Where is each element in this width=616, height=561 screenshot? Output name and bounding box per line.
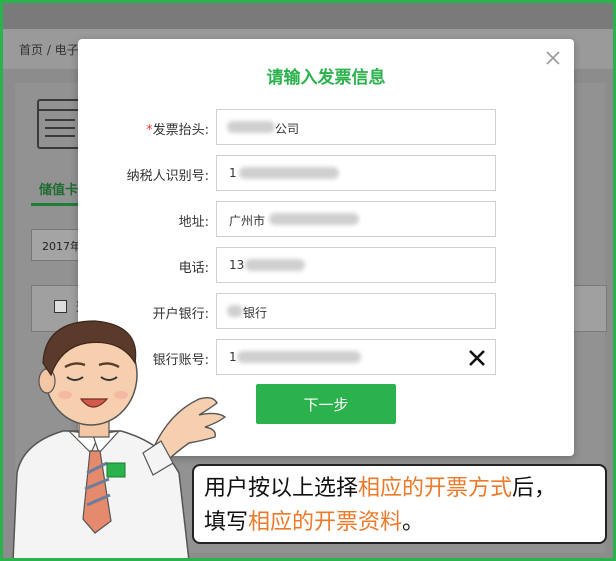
field-label-invoice-title: *发票抬头: [146,123,209,138]
field-row-phone: 电话: 13 [78,247,574,285]
tab-stored-value-card[interactable]: 储值卡 [39,179,78,198]
phone-input[interactable]: 13 [216,247,496,283]
instruction-line1-highlight: 相应的开票方式 [358,476,513,501]
phone-value: 13 [229,258,245,272]
field-label-taxpayer-id: 纳税人识别号: [126,169,209,184]
address-value: 广州市 [229,214,266,228]
dialog-title: 请输入发票信息 [266,68,386,88]
bank-input[interactable]: 银行 [216,293,496,329]
instruction-text: 用户按以上选择相应的开票方式后， 填写相应的开票资料。 [204,472,556,540]
field-label-address: 地址: [178,215,209,230]
invoice-title-input[interactable]: 公司 [216,109,496,145]
screenshot-frame: 首页 / 电子 储值卡 2017年 选 请输入发票信息 *发票抬头: 公司 纳税… [0,0,616,561]
redacted-text [237,351,361,363]
redacted-text [269,213,359,225]
account-input[interactable]: 1 [216,339,496,375]
redacted-text [239,167,339,179]
redacted-text [245,259,305,271]
field-label-phone: 电话: [178,261,209,276]
field-row-taxpayer-id: 纳税人识别号: 1 [78,155,574,193]
instruction-line1-a: 用户按以上选择 [204,476,359,501]
taxpayer-id-input[interactable]: 1 [216,155,496,191]
active-tab-indicator [31,203,79,206]
instruction-line2-a: 填写 [204,510,249,535]
instruction-line2-highlight: 相应的开票资料 [248,510,403,535]
address-input[interactable]: 广州市 [216,201,496,237]
document-icon [37,99,83,149]
taxpayer-id-value: 1 [229,166,237,180]
instruction-line2-b: 。 [402,510,425,535]
field-row-invoice-title: *发票抬头: 公司 [78,109,574,147]
redacted-text [227,121,275,133]
next-step-button[interactable]: 下一步 [256,384,396,424]
clear-input-icon[interactable] [467,348,487,368]
breadcrumb-text[interactable]: 首页 / 电子 [19,41,79,58]
invoice-title-value: 公司 [275,122,300,136]
year-select-value: 2017年 [42,240,81,253]
field-row-address: 地址: 广州市 [78,201,574,239]
instruction-callout: 用户按以上选择相应的开票方式后， 填写相应的开票资料。 [192,464,607,544]
instruction-line1-b: 后， [512,476,557,501]
top-bar [3,3,613,29]
